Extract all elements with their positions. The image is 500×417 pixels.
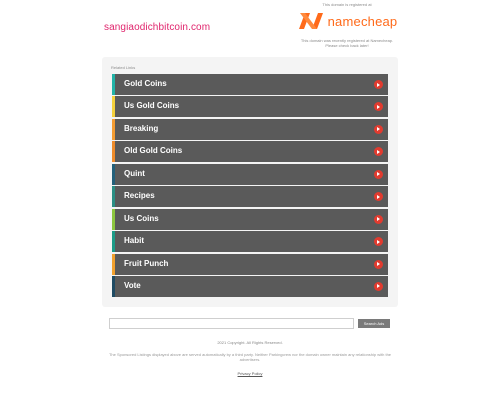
arrow-right-icon bbox=[374, 169, 383, 179]
namecheap-logo[interactable]: namecheap bbox=[282, 10, 412, 32]
registrar-badge: This domain is registered at namecheap T… bbox=[282, 2, 412, 48]
related-link-label: Fruit Punch bbox=[124, 258, 169, 268]
search-bar: Search Ads bbox=[109, 318, 391, 330]
related-links-panel: Related Links Gold Coins Us Gold Coins B… bbox=[102, 57, 398, 307]
related-link-label: Quint bbox=[124, 168, 145, 178]
related-link-label: Recipes bbox=[124, 191, 155, 201]
arrow-right-icon bbox=[374, 80, 383, 89]
arrow-right-icon bbox=[374, 214, 383, 224]
search-input[interactable] bbox=[109, 318, 354, 329]
search-ads-button[interactable]: Search Ads bbox=[358, 319, 390, 328]
arrow-right-icon bbox=[374, 192, 383, 202]
disclaimer-line-2: advertisers. bbox=[239, 357, 261, 362]
related-link-recipes[interactable]: Recipes bbox=[112, 186, 388, 208]
related-link-old-gold-coins[interactable]: Old Gold Coins bbox=[112, 141, 388, 163]
related-link-label: Breaking bbox=[124, 123, 159, 133]
copyright-text: 2021 Copyright. All Rights Reserved. bbox=[217, 340, 283, 345]
related-link-us-gold-coins[interactable]: Us Gold Coins bbox=[112, 96, 388, 118]
arrow-right-icon bbox=[374, 124, 383, 134]
related-link-quint[interactable]: Quint bbox=[112, 163, 388, 185]
arrow-right-icon bbox=[374, 281, 383, 291]
namecheap-n-icon bbox=[298, 13, 323, 29]
related-link-breaking[interactable]: Breaking bbox=[112, 118, 388, 140]
related-links-heading: Related Links bbox=[111, 65, 136, 70]
registrar-intro: This domain is registered at bbox=[322, 2, 372, 7]
arrow-right-icon bbox=[374, 259, 383, 269]
related-link-us-coins[interactable]: Us Coins bbox=[112, 208, 388, 230]
sponsored-disclaimer: The Sponsored Listings displayed above a… bbox=[0, 352, 500, 362]
registrar-note: This domain was recently registered at N… bbox=[282, 38, 412, 48]
namecheap-wordmark: namecheap bbox=[327, 13, 398, 29]
related-link-label: Us Coins bbox=[124, 213, 159, 223]
related-link-label: Vote bbox=[124, 280, 141, 290]
related-links-list: Gold Coins Us Gold Coins Breaking Old Go… bbox=[112, 74, 388, 298]
registrar-note-line-2: Please check back later! bbox=[325, 43, 369, 48]
arrow-right-icon bbox=[374, 102, 383, 112]
related-link-label: Habit bbox=[124, 236, 144, 246]
domain-title: sangiaodichbitcoin.com bbox=[104, 22, 211, 33]
arrow-right-icon bbox=[374, 237, 383, 247]
related-link-vote[interactable]: Vote bbox=[112, 275, 388, 297]
related-link-habit[interactable]: Habit bbox=[112, 231, 388, 253]
parked-domain-page: sangiaodichbitcoin.com This domain is re… bbox=[0, 0, 500, 417]
arrow-right-icon bbox=[374, 147, 383, 157]
related-link-label: Old Gold Coins bbox=[124, 146, 183, 156]
related-link-gold-coins[interactable]: Gold Coins bbox=[112, 74, 388, 95]
related-link-label: Us Gold Coins bbox=[124, 101, 180, 111]
related-link-label: Gold Coins bbox=[124, 79, 167, 88]
related-link-fruit-punch[interactable]: Fruit Punch bbox=[112, 253, 388, 275]
privacy-policy-link[interactable]: Privacy Policy bbox=[0, 371, 500, 376]
